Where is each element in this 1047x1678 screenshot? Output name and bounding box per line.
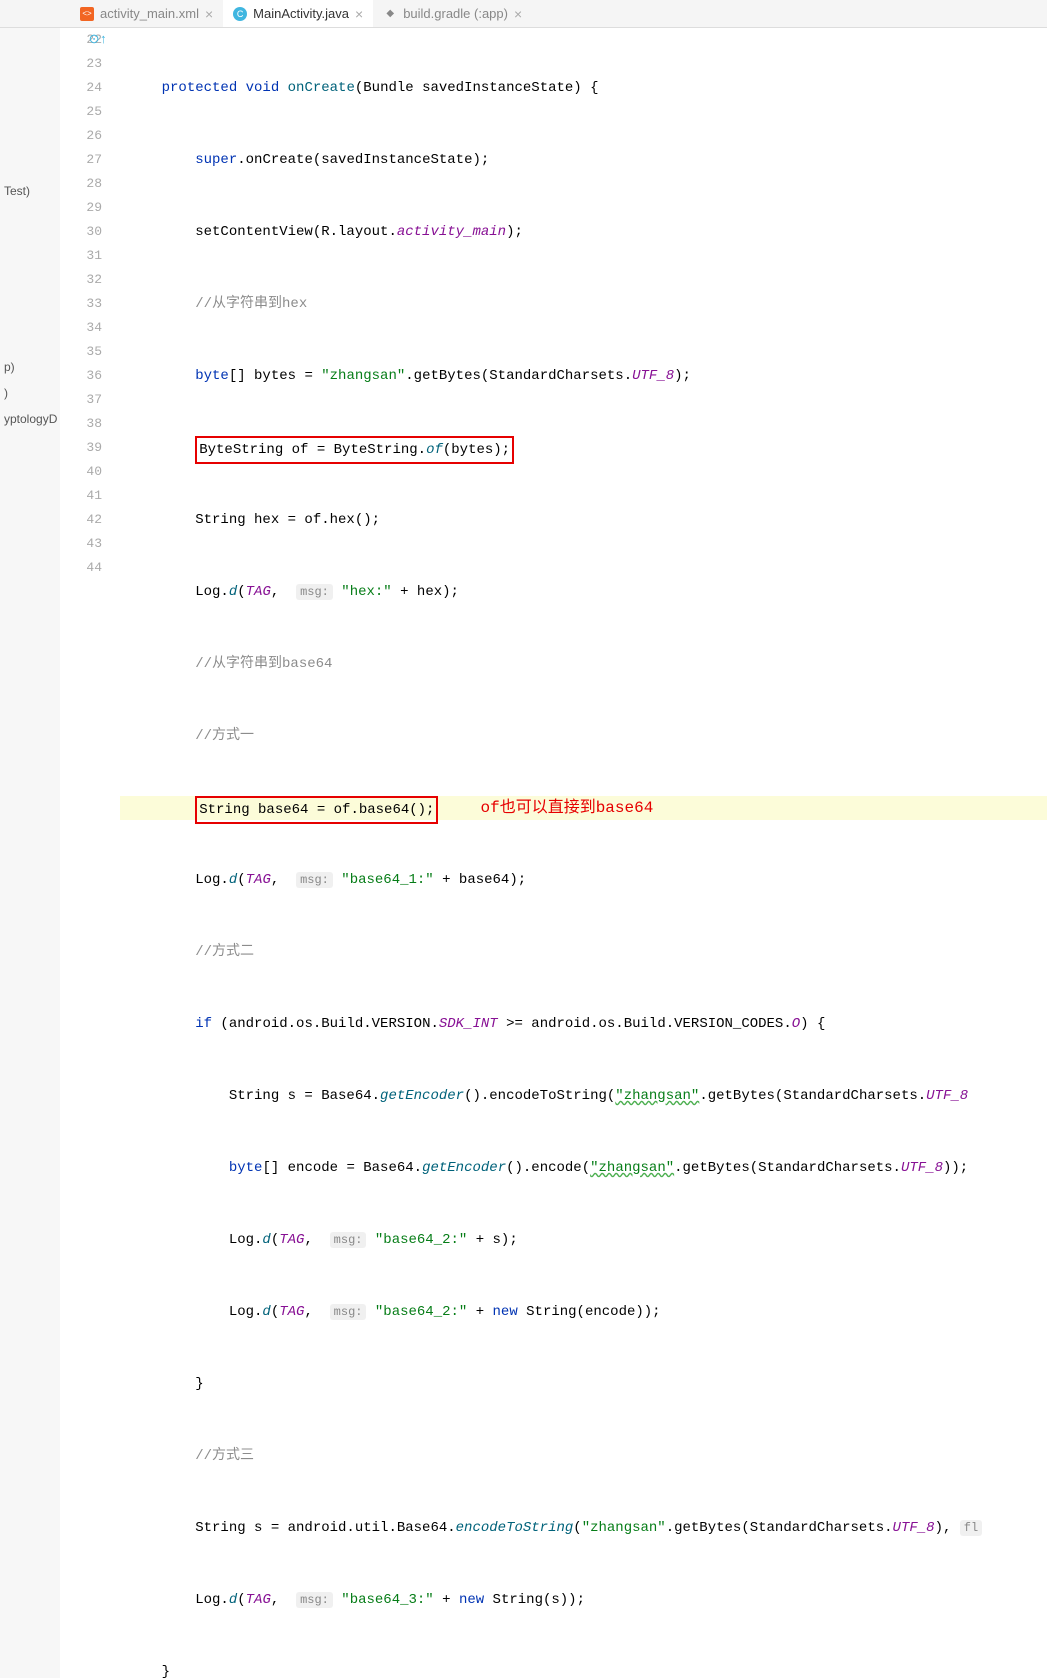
- line-gutter: 22⊙↑ 23 24 25 26 27 28 29 30 31 32 33 34…: [60, 28, 120, 1678]
- line-number: 44: [60, 556, 102, 580]
- xml-file-icon: <>: [80, 7, 94, 21]
- code-line[interactable]: //方式二: [120, 940, 1047, 964]
- line-number: 39: [60, 436, 102, 460]
- line-number: 26: [60, 124, 102, 148]
- line-number: 23: [60, 52, 102, 76]
- line-number: 25: [60, 100, 102, 124]
- code-line[interactable]: }: [120, 1660, 1047, 1678]
- close-icon[interactable]: ×: [355, 6, 363, 22]
- panel-item[interactable]: Test): [0, 178, 60, 204]
- code-line[interactable]: Log.d(TAG, msg: "base64_1:" + base64);: [120, 868, 1047, 892]
- line-number: 35: [60, 340, 102, 364]
- line-number: 33: [60, 292, 102, 316]
- code-line[interactable]: //方式一: [120, 724, 1047, 748]
- tab-activity-main[interactable]: <> activity_main.xml ×: [70, 0, 223, 27]
- code-line[interactable]: protected void onCreate(Bundle savedInst…: [120, 76, 1047, 100]
- code-line[interactable]: super.onCreate(savedInstanceState);: [120, 148, 1047, 172]
- java-file-icon: C: [233, 7, 247, 21]
- project-panel[interactable]: Test) p) ) yptologyD: [0, 28, 60, 1678]
- line-number: 29: [60, 196, 102, 220]
- code-line[interactable]: String hex = of.hex();: [120, 508, 1047, 532]
- code-editor[interactable]: protected void onCreate(Bundle savedInst…: [120, 28, 1047, 1678]
- line-number: 34: [60, 316, 102, 340]
- code-line[interactable]: //方式三: [120, 1444, 1047, 1468]
- line-number: 43: [60, 532, 102, 556]
- line-number: 37: [60, 388, 102, 412]
- editor-tabs: <> activity_main.xml × C MainActivity.ja…: [0, 0, 1047, 28]
- code-line[interactable]: setContentView(R.layout.activity_main);: [120, 220, 1047, 244]
- code-line[interactable]: //从字符串到base64: [120, 652, 1047, 676]
- line-number: 38: [60, 412, 102, 436]
- code-line[interactable]: Log.d(TAG, msg: "hex:" + hex);: [120, 580, 1047, 604]
- gradle-file-icon: ◆: [383, 7, 397, 21]
- tab-label: build.gradle (:app): [403, 6, 508, 21]
- line-number: 32: [60, 268, 102, 292]
- panel-item[interactable]: yptologyD: [0, 406, 60, 432]
- annotation-text: of也可以直接到base64: [480, 796, 653, 820]
- code-line[interactable]: }: [120, 1372, 1047, 1396]
- code-line[interactable]: if (android.os.Build.VERSION.SDK_INT >= …: [120, 1012, 1047, 1036]
- panel-item[interactable]: ): [0, 380, 60, 406]
- code-line[interactable]: Log.d(TAG, msg: "base64_3:" + new String…: [120, 1588, 1047, 1612]
- line-number: 31: [60, 244, 102, 268]
- code-line[interactable]: String s = Base64.getEncoder().encodeToS…: [120, 1084, 1047, 1108]
- line-number: 22⊙↑: [60, 28, 102, 52]
- panel-item[interactable]: p): [0, 354, 60, 380]
- line-number: 30: [60, 220, 102, 244]
- close-icon[interactable]: ×: [514, 6, 522, 22]
- code-line[interactable]: byte[] bytes = "zhangsan".getBytes(Stand…: [120, 364, 1047, 388]
- code-line[interactable]: String s = android.util.Base64.encodeToS…: [120, 1516, 1047, 1540]
- tab-build-gradle[interactable]: ◆ build.gradle (:app) ×: [373, 0, 532, 27]
- code-line[interactable]: Log.d(TAG, msg: "base64_2:" + new String…: [120, 1300, 1047, 1324]
- code-line[interactable]: //从字符串到hex: [120, 292, 1047, 316]
- tab-label: activity_main.xml: [100, 6, 199, 21]
- override-icon[interactable]: ⊙↑: [88, 28, 108, 52]
- line-number: 41: [60, 484, 102, 508]
- code-line[interactable]: ByteString of = ByteString.of(bytes);: [120, 436, 1047, 460]
- line-number: 36: [60, 364, 102, 388]
- line-number: 40: [60, 460, 102, 484]
- close-icon[interactable]: ×: [205, 6, 213, 22]
- tab-label: MainActivity.java: [253, 6, 349, 21]
- line-number: 42: [60, 508, 102, 532]
- code-line[interactable]: String base64 = of.base64(); of也可以直接到bas…: [120, 796, 1047, 820]
- editor-area: Test) p) ) yptologyD 22⊙↑ 23 24 25 26 27…: [0, 28, 1047, 1678]
- line-number: 27: [60, 148, 102, 172]
- line-number: 28: [60, 172, 102, 196]
- tab-main-activity[interactable]: C MainActivity.java ×: [223, 0, 373, 27]
- code-line[interactable]: byte[] encode = Base64.getEncoder().enco…: [120, 1156, 1047, 1180]
- code-line[interactable]: Log.d(TAG, msg: "base64_2:" + s);: [120, 1228, 1047, 1252]
- line-number: 24: [60, 76, 102, 100]
